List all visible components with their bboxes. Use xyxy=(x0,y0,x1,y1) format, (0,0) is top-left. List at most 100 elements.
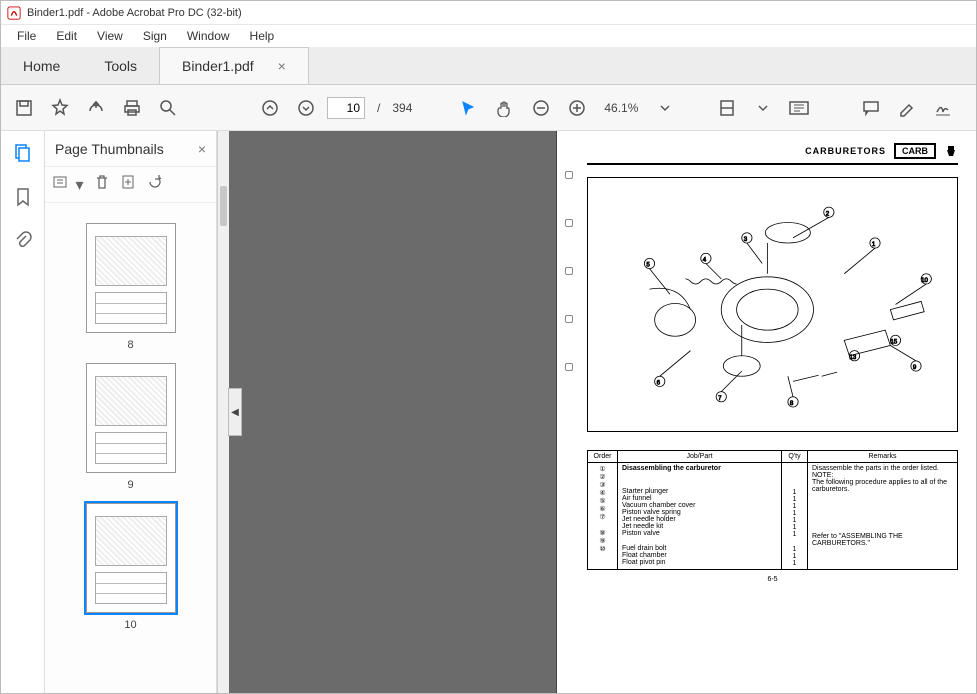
order-10: ⑩ xyxy=(592,545,613,553)
exploded-diagram: 5 4 3 2 1 10 6 7 8 9 13 15 xyxy=(587,177,958,432)
qty-8: 1 xyxy=(786,546,803,553)
star-icon[interactable] xyxy=(45,93,75,123)
content-area: Page Thumbnails × ▾ 8 9 10 xyxy=(1,131,976,693)
thumbnail-item[interactable]: 10 xyxy=(86,503,176,631)
titlebar: Binder1.pdf - Adobe Acrobat Pro DC (32-b… xyxy=(1,1,976,25)
svg-text:9: 9 xyxy=(913,364,917,371)
print-icon[interactable] xyxy=(117,93,147,123)
job-title: Disassembling the carburetor xyxy=(622,465,777,472)
page-up-icon[interactable] xyxy=(255,93,285,123)
save-icon[interactable] xyxy=(9,93,39,123)
menubar: File Edit View Sign Window Help xyxy=(1,25,976,47)
fit-dropdown-icon[interactable] xyxy=(748,93,778,123)
svg-text:10: 10 xyxy=(921,277,928,284)
qty-4: 1 xyxy=(786,510,803,517)
qty-5: 1 xyxy=(786,517,803,524)
thumbnails-header: Page Thumbnails × xyxy=(45,131,216,167)
menu-window[interactable]: Window xyxy=(177,27,240,45)
zoom-in-icon[interactable] xyxy=(562,93,592,123)
comment-icon[interactable] xyxy=(856,93,886,123)
thumbnails-scrollthumb[interactable] xyxy=(220,186,227,226)
order-5: ⑤ xyxy=(592,497,613,505)
tab-home[interactable]: Home xyxy=(1,47,82,84)
page-separator: / xyxy=(377,101,380,115)
tab-tools[interactable]: Tools xyxy=(82,47,159,84)
acrobat-app-icon xyxy=(7,6,21,20)
menu-help[interactable]: Help xyxy=(240,27,285,45)
order-9: ⑨ xyxy=(592,537,613,545)
thumbnail-number: 9 xyxy=(86,479,176,491)
thumb-rotate-icon[interactable] xyxy=(147,174,163,195)
zoom-out-icon[interactable] xyxy=(526,93,556,123)
sign-tool-icon[interactable] xyxy=(928,93,958,123)
qty-6: 1 xyxy=(786,524,803,531)
job-2: Air funnel xyxy=(622,495,777,502)
menu-edit[interactable]: Edit xyxy=(46,27,87,45)
attachments-rail-icon[interactable] xyxy=(7,225,39,257)
thumb-new-icon[interactable] xyxy=(121,174,135,195)
read-mode-icon[interactable] xyxy=(784,93,814,123)
left-rail xyxy=(1,131,45,693)
svg-text:3: 3 xyxy=(744,236,748,243)
thumbnails-close-icon[interactable]: × xyxy=(198,141,206,157)
document-page: CARBURETORS CARB xyxy=(556,131,976,693)
svg-text:4: 4 xyxy=(703,256,707,263)
qty-3: 1 xyxy=(786,503,803,510)
qty-1: 1 xyxy=(786,489,803,496)
job-9: Float chamber xyxy=(622,552,777,559)
highlight-icon[interactable] xyxy=(892,93,922,123)
qty-10: 1 xyxy=(786,560,803,567)
tab-document[interactable]: Binder1.pdf × xyxy=(159,47,309,84)
thumbnail-item[interactable]: 9 xyxy=(86,363,176,491)
thumbnail-item[interactable]: 8 xyxy=(86,223,176,351)
svg-text:15: 15 xyxy=(890,338,897,345)
remarks-ref: Refer to "ASSEMBLING THE CARBURETORS." xyxy=(812,533,953,547)
panel-collapse-icon[interactable]: ◀ xyxy=(228,388,242,436)
svg-text:6: 6 xyxy=(657,379,661,386)
thumb-delete-icon[interactable] xyxy=(95,174,109,195)
page-total: 394 xyxy=(392,101,412,115)
order-1: ① xyxy=(592,465,613,473)
svg-text:13: 13 xyxy=(849,354,856,361)
tab-tools-label: Tools xyxy=(104,58,137,74)
toolbar: / 394 46.1% xyxy=(1,85,976,131)
order-4: ④ xyxy=(592,489,613,497)
job-3: Vacuum chamber cover xyxy=(622,502,777,509)
tabbar: Home Tools Binder1.pdf × xyxy=(1,47,976,85)
hand-tool-icon[interactable] xyxy=(490,93,520,123)
carb-box: CARB xyxy=(894,143,936,159)
menu-file[interactable]: File xyxy=(7,27,46,45)
menu-sign[interactable]: Sign xyxy=(133,27,177,45)
window-title: Binder1.pdf - Adobe Acrobat Pro DC (32-b… xyxy=(27,7,242,19)
order-6: ⑥ xyxy=(592,505,613,513)
thumbnail-number: 10 xyxy=(86,619,176,631)
thumbnails-list[interactable]: 8 9 10 xyxy=(45,203,216,693)
thumbnail-number: 8 xyxy=(86,339,176,351)
svg-text:8: 8 xyxy=(790,400,794,407)
binder-holes xyxy=(565,131,577,693)
order-7: ⑦ xyxy=(592,513,613,521)
select-tool-icon[interactable] xyxy=(454,93,484,123)
parts-table: Order Job/Part Q'ty Remarks ① ② ③ ④ ⑤ ⑥ … xyxy=(587,450,958,570)
thumbnails-rail-icon[interactable] xyxy=(7,137,39,169)
tab-home-label: Home xyxy=(23,58,60,74)
zoom-value[interactable]: 46.1% xyxy=(604,101,638,115)
qty-9: 1 xyxy=(786,553,803,560)
qty-7: 1 xyxy=(786,531,803,538)
page-down-icon[interactable] xyxy=(291,93,321,123)
tab-close-icon[interactable]: × xyxy=(278,58,286,74)
document-area[interactable]: ◀ CARBURETORS CARB xyxy=(229,131,976,693)
find-icon[interactable] xyxy=(153,93,183,123)
doc-page-number: 6-5 xyxy=(587,576,958,583)
zoom-dropdown-icon[interactable] xyxy=(650,93,680,123)
share-icon[interactable] xyxy=(81,93,111,123)
menu-view[interactable]: View xyxy=(87,27,133,45)
fit-width-icon[interactable] xyxy=(712,93,742,123)
thumb-options-icon[interactable]: ▾ xyxy=(53,175,83,195)
job-5: Jet needle holder xyxy=(622,516,777,523)
svg-text:2: 2 xyxy=(826,210,830,217)
page-number-input[interactable] xyxy=(327,97,365,119)
page-header: CARBURETORS CARB xyxy=(587,143,958,165)
bookmarks-rail-icon[interactable] xyxy=(7,181,39,213)
svg-text:5: 5 xyxy=(646,262,650,269)
